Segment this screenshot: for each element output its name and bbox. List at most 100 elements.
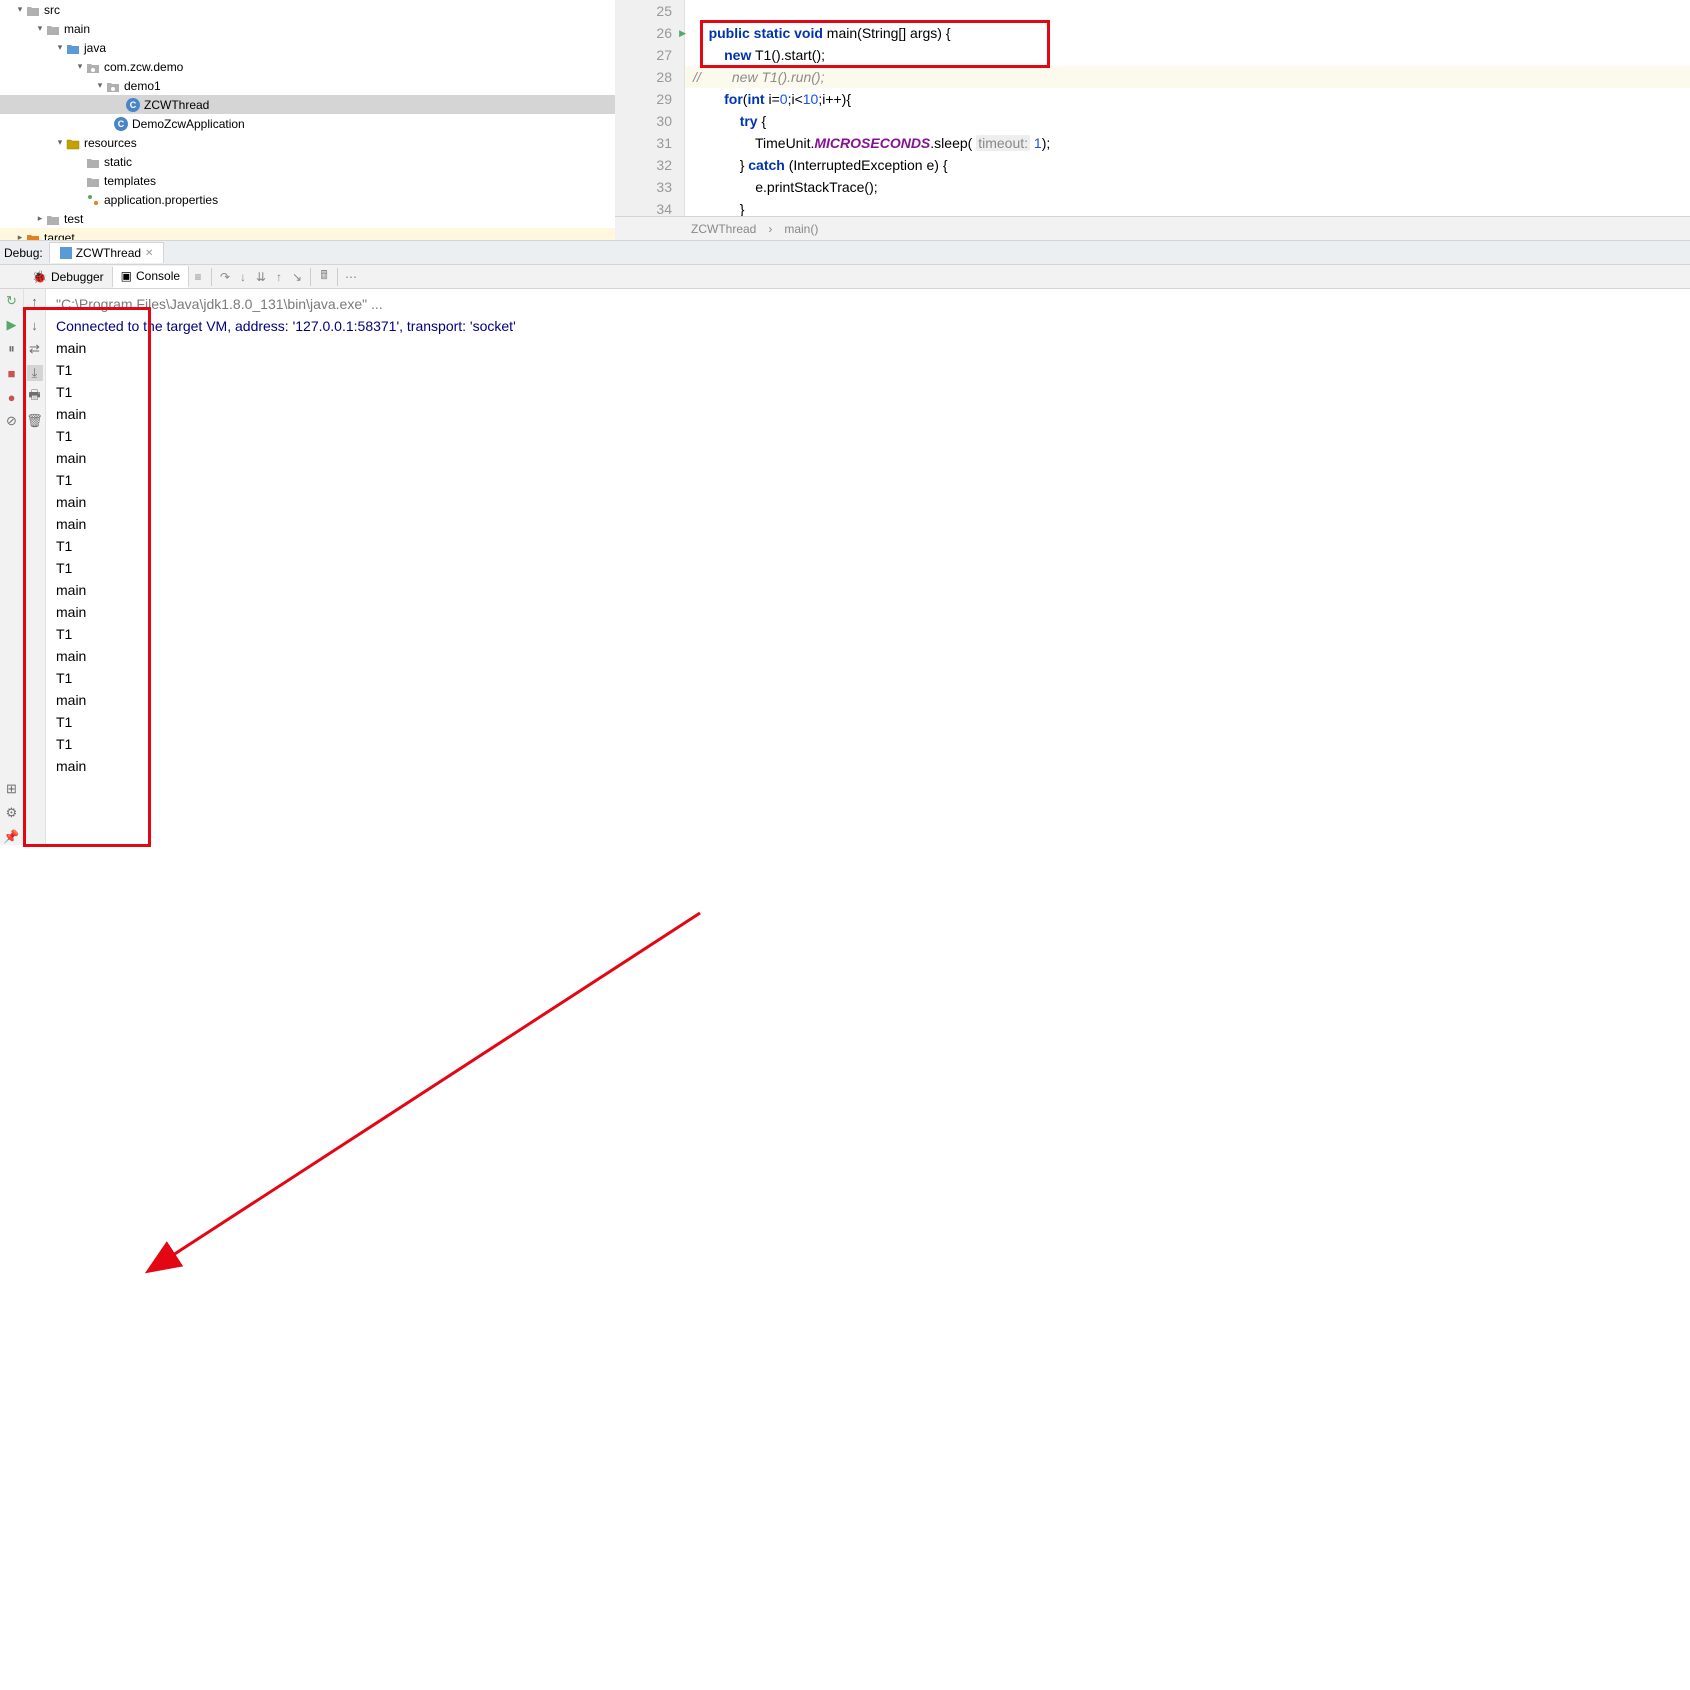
console-side-toolbar: ↑ ↓ ⇄ ⤓ 🖶 🗑 bbox=[24, 289, 46, 845]
resume-icon[interactable]: ▶ bbox=[4, 317, 20, 333]
step-over-icon[interactable]: ↷ bbox=[216, 268, 234, 286]
console-line: T1 bbox=[56, 359, 1680, 381]
tree-main[interactable]: ▾main bbox=[0, 19, 615, 38]
console-line: main bbox=[56, 579, 1680, 601]
debug-config-tab[interactable]: ZCWThread ✕ bbox=[49, 242, 165, 263]
project-tree[interactable]: ▾src ▾main ▾java ▾com.zcw.demo ▾demo1 CZ… bbox=[0, 0, 615, 240]
close-icon[interactable]: ✕ bbox=[145, 248, 153, 259]
code-line bbox=[685, 0, 1690, 22]
package-icon bbox=[86, 61, 100, 73]
console-line: main bbox=[56, 513, 1680, 535]
run-to-cursor-icon[interactable]: ↘ bbox=[288, 268, 306, 286]
console-line: main bbox=[56, 491, 1680, 513]
pin-icon[interactable]: 📌 bbox=[4, 829, 20, 845]
code-line: e.printStackTrace(); bbox=[685, 176, 1690, 198]
chevron-down-icon: ▾ bbox=[54, 137, 66, 148]
console-line: T1 bbox=[56, 667, 1680, 689]
debug-label: Debug: bbox=[4, 246, 43, 260]
breadcrumb[interactable]: ZCWThread › main() bbox=[615, 216, 1690, 240]
tree-appclass[interactable]: CDemoZcwApplication bbox=[0, 114, 615, 133]
clear-icon[interactable]: 🗑 bbox=[27, 413, 43, 429]
print-icon[interactable]: 🖶 bbox=[27, 389, 43, 405]
console-line: T1 bbox=[56, 381, 1680, 403]
java-icon bbox=[60, 247, 72, 259]
tree-demo1[interactable]: ▾demo1 bbox=[0, 76, 615, 95]
console-icon: ▣ bbox=[121, 269, 132, 283]
code-editor[interactable]: 25 26▶ 27 28 29 30 31 32 33 34 public st… bbox=[615, 0, 1690, 240]
tree-resources[interactable]: ▾ resources bbox=[0, 133, 615, 152]
code-line: } bbox=[685, 198, 1690, 216]
more-icon[interactable]: ⋯ bbox=[342, 268, 360, 286]
code-line: // new T1().run(); bbox=[685, 66, 1690, 88]
line-number: 34 bbox=[615, 198, 684, 216]
tree-label: java bbox=[84, 41, 106, 55]
code-line: } catch (InterruptedException e) { bbox=[685, 154, 1690, 176]
rerun-icon[interactable]: ↻ bbox=[4, 293, 20, 309]
console-line: T1 bbox=[56, 733, 1680, 755]
code-line: for(int i=0;i<10;i++){ bbox=[685, 88, 1690, 110]
tree-appprops[interactable]: application.properties bbox=[0, 190, 615, 209]
tree-templates[interactable]: templates bbox=[0, 171, 615, 190]
tree-label: DemoZcwApplication bbox=[132, 117, 245, 131]
tree-label: main bbox=[64, 22, 90, 36]
folder-icon bbox=[86, 175, 100, 187]
stop-icon[interactable]: ■ bbox=[4, 365, 20, 381]
tree-label: demo1 bbox=[124, 79, 161, 93]
folder-icon bbox=[26, 4, 40, 16]
tree-src[interactable]: ▾src bbox=[0, 0, 615, 19]
debugger-tab[interactable]: 🐞Debugger bbox=[24, 267, 113, 287]
soft-wrap-icon[interactable]: ⇄ bbox=[27, 341, 43, 357]
layout-icon[interactable]: ⊞ bbox=[4, 781, 20, 797]
console-line: T1 bbox=[56, 469, 1680, 491]
line-number: 28 bbox=[615, 66, 684, 88]
breadcrumb-method[interactable]: main() bbox=[784, 222, 818, 236]
debug-tab-label: ZCWThread bbox=[76, 246, 141, 260]
properties-icon bbox=[86, 193, 100, 207]
tree-zcwthread[interactable]: CZCWThread bbox=[0, 95, 615, 114]
console-connect-line: Connected to the target VM, address: '12… bbox=[56, 315, 1680, 337]
thread-icon[interactable]: ≡ bbox=[189, 268, 207, 286]
tree-test[interactable]: ▸test bbox=[0, 209, 615, 228]
tree-target[interactable]: ▸ target bbox=[0, 228, 615, 240]
console-output[interactable]: "C:\Program Files\Java\jdk1.8.0_131\bin\… bbox=[46, 289, 1690, 845]
console-line: T1 bbox=[56, 535, 1680, 557]
chevron-right-icon: › bbox=[768, 222, 772, 236]
tree-static[interactable]: static bbox=[0, 152, 615, 171]
step-into-icon[interactable]: ↓ bbox=[234, 268, 252, 286]
tree-label: application.properties bbox=[104, 193, 218, 207]
scroll-end-icon[interactable]: ⤓ bbox=[27, 365, 43, 381]
folder-icon bbox=[86, 156, 100, 168]
console-line: T1 bbox=[56, 623, 1680, 645]
code-line: TimeUnit.MICROSECONDS.sleep( timeout: 1)… bbox=[685, 132, 1690, 154]
console-line: main bbox=[56, 689, 1680, 711]
line-number: 29 bbox=[615, 88, 684, 110]
console-line: T1 bbox=[56, 711, 1680, 733]
tree-java[interactable]: ▾java bbox=[0, 38, 615, 57]
force-step-into-icon[interactable]: ⇊ bbox=[252, 268, 270, 286]
down-icon[interactable]: ↓ bbox=[27, 317, 43, 333]
tree-label: test bbox=[64, 212, 83, 226]
chevron-right-icon: ▸ bbox=[14, 232, 26, 240]
step-out-icon[interactable]: ↑ bbox=[270, 268, 288, 286]
annotation-arrow bbox=[0, 845, 1690, 1690]
line-number: 32 bbox=[615, 154, 684, 176]
evaluate-icon[interactable]: 🖩 bbox=[315, 268, 333, 286]
mute-bp-icon[interactable]: ⊘ bbox=[4, 413, 20, 429]
settings-icon[interactable]: ⚙ bbox=[4, 805, 20, 821]
line-number: 31 bbox=[615, 132, 684, 154]
tree-label: target bbox=[44, 231, 75, 241]
up-icon[interactable]: ↑ bbox=[27, 293, 43, 309]
class-icon: C bbox=[126, 98, 140, 112]
breakpoints-icon[interactable]: ● bbox=[4, 389, 20, 405]
console-tab[interactable]: ▣Console bbox=[113, 266, 189, 288]
pause-icon[interactable]: ⏸ bbox=[4, 341, 20, 357]
src-folder-icon bbox=[66, 42, 80, 54]
breadcrumb-class[interactable]: ZCWThread bbox=[691, 222, 756, 236]
tree-label: templates bbox=[104, 174, 156, 188]
resource-folder-icon bbox=[66, 137, 80, 149]
tree-label: resources bbox=[84, 136, 137, 150]
code-content[interactable]: public static void main(String[] args) {… bbox=[685, 0, 1690, 216]
tree-package[interactable]: ▾com.zcw.demo bbox=[0, 57, 615, 76]
console-line: T1 bbox=[56, 557, 1680, 579]
editor-gutter: 25 26▶ 27 28 29 30 31 32 33 34 bbox=[615, 0, 685, 216]
